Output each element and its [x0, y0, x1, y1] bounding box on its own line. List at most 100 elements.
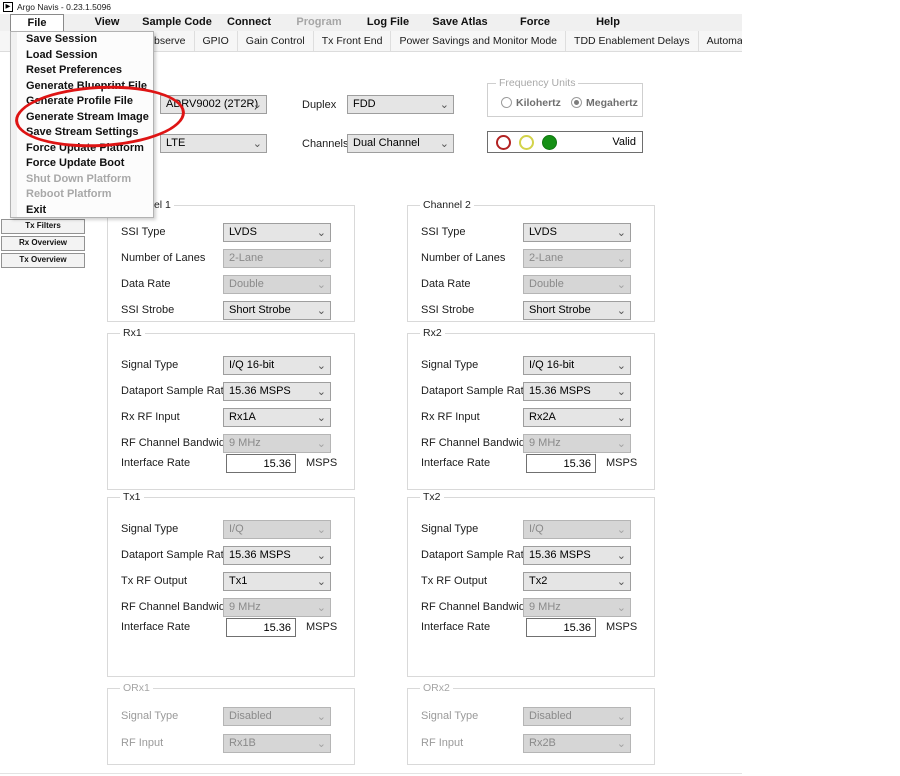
menu-save-atlas[interactable]: Save Atlas [426, 14, 494, 31]
chevron-down-icon: ⌄ [317, 736, 326, 752]
kilohertz-label: Kilohertz [516, 97, 561, 109]
rx-rf-input-select[interactable]: Rx1A ⌄ [223, 408, 331, 427]
chevron-down-icon: ⌄ [317, 251, 326, 267]
sidebar-tab-tx-filters[interactable]: Tx Filters [1, 219, 85, 234]
group-rx1: Rx1 Signal Type I/Q 16-bit ⌄ Dataport Sa… [107, 333, 355, 490]
menu-item-load-session[interactable]: Load Session [11, 48, 153, 64]
menu-program: Program [288, 14, 350, 31]
group-orx2: ORx2 Signal Type Disabled ⌄ RF Input Rx2… [407, 688, 655, 765]
menu-item-shut-down-platform: Shut Down Platform [11, 172, 153, 188]
group-channel2: Channel 2 SSI Type LVDS ⌄ Number of Lane… [407, 205, 655, 322]
ssi-strobe-select[interactable]: Short Strobe ⌄ [523, 301, 631, 320]
interface-rate-input[interactable] [226, 454, 296, 473]
tx-rf-output-select[interactable]: Tx2 ⌄ [523, 572, 631, 591]
chevron-down-icon: ⌄ [317, 384, 326, 400]
duplex-label: Duplex [302, 99, 336, 111]
rf-channel-bandwidth-select: 9 MHz ⌄ [523, 434, 631, 453]
signal-type-select[interactable]: I/Q 16-bit ⌄ [223, 356, 331, 375]
group-tx1: Tx1 Signal Type I/Q ⌄ Dataport Sample Ra… [107, 497, 355, 677]
interface-rate-input[interactable] [526, 454, 596, 473]
tab-tx-front-end[interactable]: Tx Front End [314, 31, 392, 51]
menu-connect[interactable]: Connect [220, 14, 278, 31]
ssi-type-select[interactable]: LVDS ⌄ [523, 223, 631, 242]
frequency-units-group: Frequency Units Kilohertz Megahertz [487, 83, 643, 117]
chevron-down-icon: ⌄ [617, 225, 626, 241]
dataport-sample-rate-select[interactable]: 15.36 MSPS ⌄ [223, 382, 331, 401]
validity-status: Valid [612, 136, 636, 148]
tab-gain-control[interactable]: Gain Control [238, 31, 314, 51]
sidebar-tab-tx-overview[interactable]: Tx Overview [1, 253, 85, 268]
unit-label: MSPS [306, 457, 337, 469]
menu-view[interactable]: View [80, 14, 134, 31]
interface-rate-input[interactable] [526, 618, 596, 637]
window-bottom-edge [0, 773, 742, 774]
tab-tdd-enablement-delays[interactable]: TDD Enablement Delays [566, 31, 699, 51]
chevron-down-icon: ⌄ [317, 522, 326, 538]
tab-automated-tdd[interactable]: Automated TDD [699, 31, 742, 51]
menu-item-exit[interactable]: Exit [11, 203, 153, 219]
group-title: Rx2 [420, 327, 445, 339]
rf-channel-bandwidth-select: 9 MHz ⌄ [223, 598, 331, 617]
chevron-down-icon: ⌄ [617, 277, 626, 293]
signal-type-select: I/Q ⌄ [223, 520, 331, 539]
channels-select[interactable]: Dual Channel ⌄ [347, 134, 454, 153]
chevron-down-icon: ⌄ [617, 574, 626, 590]
chevron-down-icon: ⌄ [317, 410, 326, 426]
data-rate-select: Double ⌄ [223, 275, 331, 294]
dataport-sample-rate-select[interactable]: 15.36 MSPS ⌄ [223, 546, 331, 565]
chevron-down-icon: ⌄ [317, 225, 326, 241]
profile-select[interactable]: LTE ⌄ [160, 134, 267, 153]
sidebar-tab-rx-overview[interactable]: Rx Overview [1, 236, 85, 251]
menu-log-file[interactable]: Log File [356, 14, 420, 31]
group-title: Tx1 [120, 491, 144, 503]
tab-gpio[interactable]: GPIO [195, 31, 238, 51]
chevron-down-icon: ⌄ [440, 136, 449, 152]
menu-force-exception[interactable]: Force Exception [494, 14, 576, 31]
ssi-strobe-select[interactable]: Short Strobe ⌄ [223, 301, 331, 320]
menu-item-force-update-boot[interactable]: Force Update Boot [11, 156, 153, 172]
menu-item-reset-preferences[interactable]: Reset Preferences [11, 63, 153, 79]
chevron-down-icon: ⌄ [617, 600, 626, 616]
interface-rate-input[interactable] [226, 618, 296, 637]
group-channel1: Channel 1 SSI Type LVDS ⌄ Number of Lane… [107, 205, 355, 322]
chevron-down-icon: ⌄ [617, 436, 626, 452]
chevron-down-icon: ⌄ [317, 277, 326, 293]
duplex-select[interactable]: FDD ⌄ [347, 95, 454, 114]
chevron-down-icon: ⌄ [317, 709, 326, 725]
group-title: Tx2 [420, 491, 444, 503]
ssi-type-select[interactable]: LVDS ⌄ [223, 223, 331, 242]
menu-help[interactable]: Help [586, 14, 630, 31]
megahertz-label: Megahertz [586, 97, 638, 109]
menu-sample-code[interactable]: Sample Code [140, 14, 214, 31]
red-light-icon [496, 135, 511, 150]
kilohertz-radio [501, 97, 512, 108]
rx-rf-input-select[interactable]: Rx2A ⌄ [523, 408, 631, 427]
menu-item-save-session[interactable]: Save Session [11, 32, 153, 48]
chevron-down-icon: ⌄ [617, 251, 626, 267]
signal-type-select: Disabled ⌄ [523, 707, 631, 726]
group-tx2: Tx2 Signal Type I/Q ⌄ Dataport Sample Ra… [407, 497, 655, 677]
chevron-down-icon: ⌄ [617, 522, 626, 538]
group-rx2: Rx2 Signal Type I/Q 16-bit ⌄ Dataport Sa… [407, 333, 655, 490]
number-of-lanes-select: 2-Lane ⌄ [523, 249, 631, 268]
tx-rf-output-select[interactable]: Tx1 ⌄ [223, 572, 331, 591]
group-title: Channel 2 [420, 199, 474, 211]
group-title: ORx1 [120, 682, 153, 694]
chevron-down-icon: ⌄ [317, 548, 326, 564]
validity-indicator: Valid [487, 131, 643, 153]
group-title: Frequency Units [496, 77, 578, 89]
signal-type-select[interactable]: I/Q 16-bit ⌄ [523, 356, 631, 375]
chevron-down-icon: ⌄ [317, 358, 326, 374]
rf-input-select: Rx1B ⌄ [223, 734, 331, 753]
dataport-sample-rate-select[interactable]: 15.36 MSPS ⌄ [523, 382, 631, 401]
dataport-sample-rate-select[interactable]: 15.36 MSPS ⌄ [523, 546, 631, 565]
menu-file[interactable]: File [10, 14, 64, 31]
unit-label: MSPS [606, 621, 637, 633]
argo-navis-window: ▶ Argo Navis - 0.23.1.5096 File View Sam… [0, 0, 900, 776]
tab-power-savings[interactable]: Power Savings and Monitor Mode [391, 31, 566, 51]
chevron-down-icon: ⌄ [617, 384, 626, 400]
rf-channel-bandwidth-select: 9 MHz ⌄ [223, 434, 331, 453]
channels-label: Channels [302, 138, 348, 150]
chevron-down-icon: ⌄ [317, 436, 326, 452]
signal-type-select: I/Q ⌄ [523, 520, 631, 539]
